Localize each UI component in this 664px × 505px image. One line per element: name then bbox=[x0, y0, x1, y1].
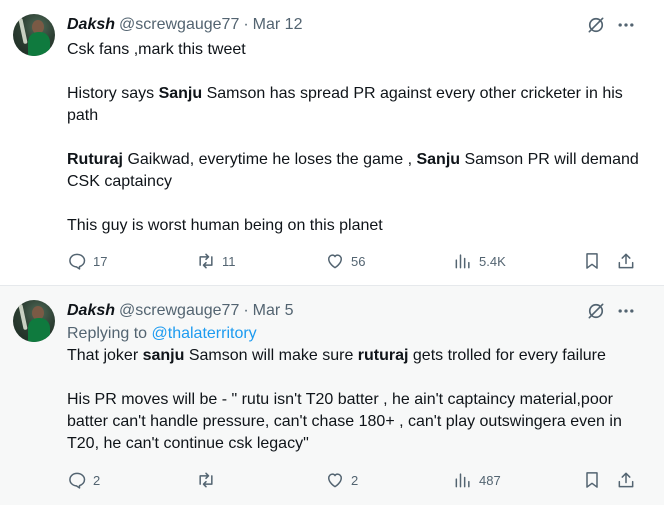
share-button[interactable] bbox=[616, 251, 636, 271]
grok-icon[interactable] bbox=[586, 301, 606, 321]
tweet-text: Replying to @thalaterritory That joker s… bbox=[67, 323, 647, 455]
reply-button[interactable]: 17 bbox=[67, 251, 107, 271]
share-icon bbox=[618, 472, 634, 488]
bookmark-icon bbox=[586, 472, 598, 488]
reply-icon bbox=[69, 253, 86, 270]
like-button[interactable]: 56 bbox=[325, 251, 365, 271]
like-count: 2 bbox=[351, 472, 359, 488]
author-name[interactable]: Daksh bbox=[67, 16, 115, 34]
tweet-text: Csk fans ,mark this tweet History says S… bbox=[67, 39, 647, 237]
views-icon bbox=[455, 473, 470, 488]
views-button[interactable]: 487 bbox=[453, 470, 501, 490]
view-count: 487 bbox=[479, 472, 501, 488]
tweet-date[interactable]: Mar 12 bbox=[253, 16, 303, 34]
more-icon[interactable] bbox=[616, 301, 636, 321]
separator-dot: · bbox=[243, 16, 249, 33]
heart-icon bbox=[328, 473, 342, 488]
tweet-line: Ruturaj Gaikwad, everytime he loses the … bbox=[67, 151, 639, 190]
tweet-line: History says Sanju Samson has spread PR … bbox=[67, 85, 623, 124]
replying-to-link[interactable]: @thalaterritory bbox=[152, 325, 257, 342]
share-icon bbox=[618, 253, 634, 269]
grok-icon[interactable] bbox=[586, 15, 606, 35]
avatar[interactable] bbox=[13, 14, 55, 56]
separator-dot: · bbox=[243, 302, 249, 319]
heart-icon bbox=[328, 254, 342, 269]
bookmark-button[interactable] bbox=[582, 470, 602, 490]
tweet-line: This guy is worst human being on this pl… bbox=[67, 217, 383, 234]
reply-button[interactable]: 2 bbox=[67, 470, 100, 490]
retweet-button[interactable]: 11 bbox=[196, 251, 236, 271]
bookmark-button[interactable] bbox=[582, 251, 602, 271]
share-button[interactable] bbox=[616, 470, 636, 490]
tweet-date[interactable]: Mar 5 bbox=[253, 302, 294, 320]
reply-icon bbox=[69, 472, 86, 489]
avatar[interactable] bbox=[13, 300, 55, 342]
tweet[interactable]: Daksh @screwgauge77 · Mar 12 Csk fans ,m… bbox=[0, 0, 664, 286]
tweet-line: Csk fans ,mark this tweet bbox=[67, 41, 246, 58]
reply-count: 17 bbox=[93, 253, 108, 269]
retweet-button[interactable] bbox=[196, 470, 222, 490]
like-count: 56 bbox=[351, 253, 366, 269]
tweet-header: Daksh @screwgauge77 · Mar 12 bbox=[67, 14, 302, 36]
author-handle[interactable]: @screwgauge77 bbox=[119, 302, 239, 320]
like-button[interactable]: 2 bbox=[325, 470, 358, 490]
action-bar: 2 2 487 bbox=[0, 470, 664, 494]
retweet-count: 11 bbox=[222, 253, 236, 269]
action-bar: 17 11 56 5.4K bbox=[0, 251, 664, 275]
retweet-icon bbox=[199, 253, 213, 269]
tweet-line: That joker sanju Samson will make sure r… bbox=[67, 347, 606, 364]
retweet-icon bbox=[199, 472, 213, 488]
reply-count: 2 bbox=[93, 472, 101, 488]
views-button[interactable]: 5.4K bbox=[453, 251, 506, 271]
views-icon bbox=[455, 254, 470, 269]
author-handle[interactable]: @screwgauge77 bbox=[119, 16, 239, 34]
tweet[interactable]: Daksh @screwgauge77 · Mar 5 Replying to … bbox=[0, 286, 664, 505]
tweet-line: His PR moves will be - " rutu isn't T20 … bbox=[67, 391, 622, 452]
tweet-header: Daksh @screwgauge77 · Mar 5 bbox=[67, 300, 294, 322]
bookmark-icon bbox=[586, 253, 598, 269]
author-name[interactable]: Daksh bbox=[67, 302, 115, 320]
more-icon[interactable] bbox=[616, 15, 636, 35]
view-count: 5.4K bbox=[479, 253, 506, 269]
replying-to: Replying to @thalaterritory bbox=[67, 325, 257, 342]
